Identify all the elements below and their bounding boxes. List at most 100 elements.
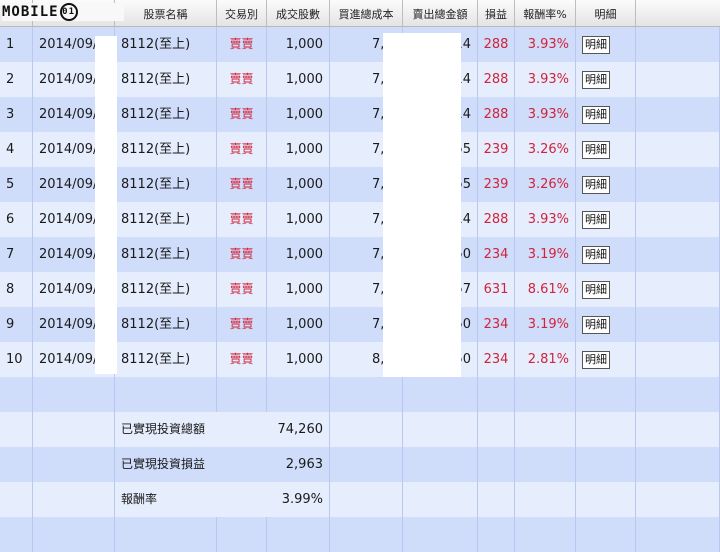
cell-shares: 1,000 — [267, 97, 330, 132]
summary-cell — [515, 482, 576, 517]
cell-stock: 8112(至上) — [115, 307, 217, 342]
redaction-block — [95, 36, 117, 374]
cell-detail: 明細 — [576, 132, 636, 167]
summary-cell — [115, 377, 217, 412]
detail-button[interactable]: 明細 — [582, 35, 610, 54]
summary-cell — [330, 447, 403, 482]
cell-detail: 明細 — [576, 307, 636, 342]
detail-button[interactable]: 明細 — [582, 105, 610, 124]
detail-button[interactable]: 明細 — [582, 175, 610, 194]
detail-button[interactable]: 明細 — [582, 280, 610, 299]
detail-button[interactable]: 明細 — [582, 140, 610, 159]
summary-label: 報酬率 — [121, 492, 158, 506]
summary-cell — [33, 377, 115, 412]
summary-label: 已實現投資總額 — [121, 422, 206, 436]
summary-label: 已實現投資損益 — [121, 457, 206, 471]
summary-cell — [478, 482, 515, 517]
cell-ret: 3.19% — [515, 237, 576, 272]
cell-shares: 1,000 — [267, 62, 330, 97]
summary-value: 3.99% — [267, 482, 330, 517]
header-stock[interactable]: 股票名稱 — [115, 0, 217, 26]
cell-ret: 3.26% — [515, 132, 576, 167]
summary-cell — [0, 482, 33, 517]
cell-ret: 3.93% — [515, 202, 576, 237]
header-sell[interactable]: 賣出總金額 — [403, 0, 478, 26]
cell-no: 6 — [0, 202, 33, 237]
cell-detail: 明細 — [576, 62, 636, 97]
detail-button[interactable]: 明細 — [582, 315, 610, 334]
summary-cell — [636, 412, 720, 447]
cell-detail: 明細 — [576, 342, 636, 377]
cell-shares: 1,000 — [267, 132, 330, 167]
summary-cell — [330, 482, 403, 517]
cell-pnl: 239 — [478, 132, 515, 167]
header-shares[interactable]: 成交股數 — [267, 0, 330, 26]
cell-pnl: 288 — [478, 202, 515, 237]
redaction-block — [383, 33, 461, 377]
cell-shares: 1,000 — [267, 307, 330, 342]
summary-cell — [636, 482, 720, 517]
summary-value: 2,963 — [267, 447, 330, 482]
summary-cell — [576, 377, 636, 412]
cell-pnl: 234 — [478, 237, 515, 272]
cell-detail: 明細 — [576, 97, 636, 132]
header-type[interactable]: 交易別 — [217, 0, 267, 26]
cell-pnl: 288 — [478, 27, 515, 62]
summary-cell — [636, 517, 720, 552]
detail-button[interactable]: 明細 — [582, 210, 610, 229]
table-header: 序號 成交日期 股票名稱 交易別 成交股數 買進總成本 賣出總金額 損益 報酬率… — [0, 0, 720, 27]
header-cost[interactable]: 買進總成本 — [330, 0, 403, 26]
blank-row — [0, 377, 720, 412]
summary-cell — [330, 412, 403, 447]
summary-cell — [515, 447, 576, 482]
cell-spacer — [636, 307, 720, 342]
cell-no: 4 — [0, 132, 33, 167]
cell-stock: 8112(至上) — [115, 97, 217, 132]
header-spacer — [636, 0, 720, 26]
cell-type: 賣賣 — [217, 132, 267, 167]
cell-ret: 2.81% — [515, 342, 576, 377]
summary-cell — [267, 517, 330, 552]
summary-cell — [515, 517, 576, 552]
cell-no: 3 — [0, 97, 33, 132]
summary-cell — [33, 412, 115, 447]
summary-value: 74,260 — [267, 412, 330, 447]
cell-shares: 1,000 — [267, 237, 330, 272]
summary-cell — [478, 517, 515, 552]
header-pnl[interactable]: 損益 — [478, 0, 515, 26]
summary-cell — [576, 517, 636, 552]
cell-shares: 1,000 — [267, 202, 330, 237]
detail-button[interactable]: 明細 — [582, 245, 610, 264]
cell-spacer — [636, 237, 720, 272]
cell-type: 賣賣 — [217, 27, 267, 62]
detail-button[interactable]: 明細 — [582, 70, 610, 89]
summary-row: 報酬率 3.99% — [0, 482, 720, 517]
header-detail[interactable]: 明細 — [576, 0, 636, 26]
cell-no: 9 — [0, 307, 33, 342]
cell-detail: 明細 — [576, 27, 636, 62]
header-return[interactable]: 報酬率% — [515, 0, 576, 26]
cell-type: 賣賣 — [217, 62, 267, 97]
cell-no: 10 — [0, 342, 33, 377]
blank-row — [0, 517, 720, 552]
cell-ret: 3.93% — [515, 97, 576, 132]
cell-type: 賣賣 — [217, 342, 267, 377]
cell-ret: 8.61% — [515, 272, 576, 307]
summary-cell — [403, 517, 478, 552]
summary-cell — [217, 517, 267, 552]
cell-no: 1 — [0, 27, 33, 62]
summary-cell — [33, 447, 115, 482]
summary-row: 已實現投資總額 74,260 — [0, 412, 720, 447]
summary-cell — [403, 482, 478, 517]
cell-shares: 1,000 — [267, 342, 330, 377]
cell-stock: 8112(至上) — [115, 62, 217, 97]
cell-stock: 8112(至上) — [115, 342, 217, 377]
logo-text: MOBILE — [2, 4, 59, 20]
summary-row: 已實現投資損益 2,963 — [0, 447, 720, 482]
summary-cell — [0, 412, 33, 447]
cell-shares: 1,000 — [267, 27, 330, 62]
cell-pnl: 288 — [478, 62, 515, 97]
summary-cell — [115, 517, 217, 552]
trade-history-grid: 序號 成交日期 股票名稱 交易別 成交股數 買進總成本 賣出總金額 損益 報酬率… — [0, 0, 720, 552]
detail-button[interactable]: 明細 — [582, 350, 610, 369]
